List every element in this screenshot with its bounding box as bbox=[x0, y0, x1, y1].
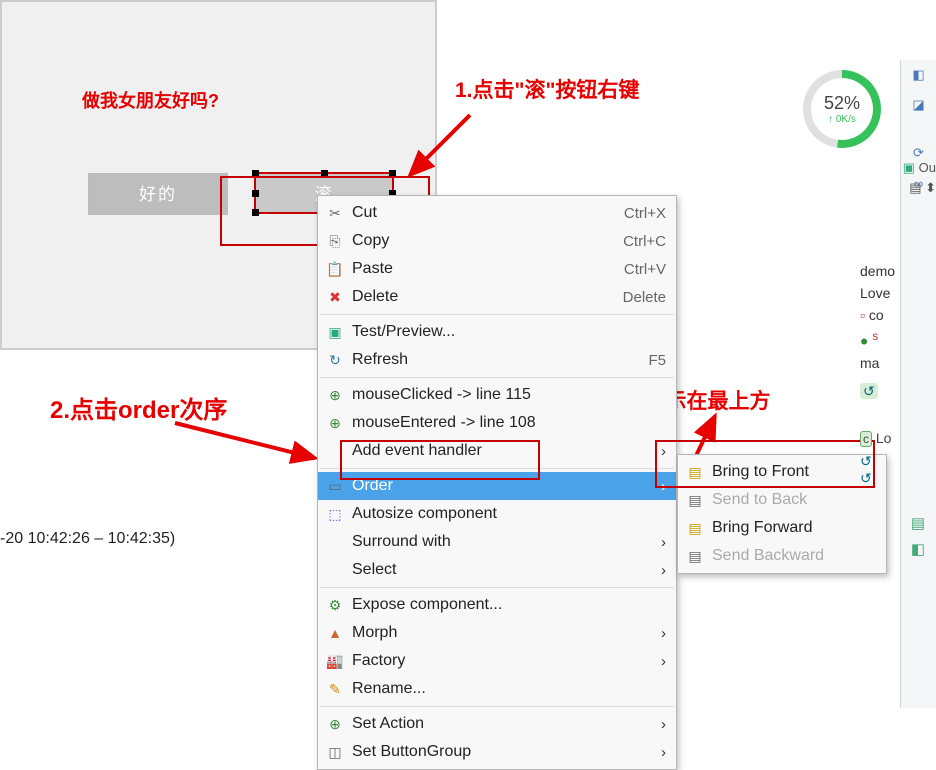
menu-mouse-entered[interactable]: ⊕mouseEntered -> line 108 bbox=[318, 409, 676, 437]
morph-icon: ▲ bbox=[322, 625, 348, 641]
menu-copy[interactable]: ⎘CopyCtrl+C bbox=[318, 227, 676, 255]
component-tree-peek: demo Love ▫ co ● s ma ↺ bbox=[860, 260, 900, 402]
buttongroup-icon: ◫ bbox=[322, 744, 348, 761]
annotation-box-2 bbox=[340, 440, 540, 480]
submenu-send-backward: ▤Send Backward bbox=[678, 542, 886, 570]
annotation-1: 1.点击"滚"按钮右键 bbox=[455, 74, 639, 104]
menu-mouse-clicked[interactable]: ⊕mouseClicked -> line 115 bbox=[318, 381, 676, 409]
arrow-icon bbox=[400, 105, 490, 195]
menu-surround[interactable]: Surround with› bbox=[318, 528, 676, 556]
menu-refresh[interactable]: ↻RefreshF5 bbox=[318, 346, 676, 374]
annotation-box-3 bbox=[655, 440, 875, 488]
submenu-send-to-back: ▤Send to Back bbox=[678, 486, 886, 514]
autosize-icon: ⬚ bbox=[322, 506, 348, 523]
chevron-right-icon: › bbox=[652, 716, 666, 733]
delete-icon: ✖ bbox=[322, 289, 348, 306]
event-icon: ⊕ bbox=[322, 387, 348, 404]
gauge-percent: 52% bbox=[824, 93, 860, 114]
chevron-right-icon: › bbox=[652, 744, 666, 761]
status-time-range: -20 10:42:26 – 10:42:35) bbox=[0, 530, 175, 548]
rename-icon: ✎ bbox=[322, 681, 348, 698]
menu-test-preview[interactable]: ▣Test/Preview... bbox=[318, 318, 676, 346]
menu-set-action[interactable]: ⊕Set Action› bbox=[318, 710, 676, 738]
copy-icon: ⎘ bbox=[322, 233, 348, 250]
paste-icon: 📋 bbox=[322, 261, 348, 278]
event-icon: ⊕ bbox=[322, 415, 348, 432]
action-icon: ⊕ bbox=[322, 716, 348, 733]
menu-select[interactable]: Select› bbox=[318, 556, 676, 584]
cut-icon: ✂ bbox=[322, 205, 348, 222]
ok-button[interactable]: 好的 bbox=[88, 173, 228, 215]
performance-gauge[interactable]: 52% ↑ 0K/s bbox=[803, 70, 881, 148]
bottom-side-icons: ▤ ◧ bbox=[900, 514, 936, 558]
panel-label-out: ▣ Ou bbox=[903, 160, 936, 176]
form-title-label: 做我女朋友好吗? bbox=[82, 87, 219, 113]
menu-delete[interactable]: ✖DeleteDelete bbox=[318, 283, 676, 311]
gear-icon: ⚙ bbox=[322, 597, 348, 614]
factory-icon: 🏭 bbox=[322, 653, 348, 670]
gauge-speed: ↑ 0K/s bbox=[828, 114, 856, 125]
menu-cut[interactable]: ✂CutCtrl+X bbox=[318, 199, 676, 227]
panel-icons: ▤ ⬍ bbox=[909, 180, 936, 196]
order-icon: ▭ bbox=[322, 478, 348, 495]
chevron-right-icon: › bbox=[652, 562, 666, 579]
send-back-icon: ▤ bbox=[682, 492, 708, 509]
chevron-right-icon: › bbox=[652, 625, 666, 642]
layout-tree-peek: c Lo ↺ ↺ bbox=[860, 430, 900, 487]
menu-paste[interactable]: 📋PasteCtrl+V bbox=[318, 255, 676, 283]
toolbar-icon[interactable]: ◧ bbox=[911, 540, 925, 558]
toolbar-icon[interactable]: ◧ bbox=[901, 60, 936, 90]
refresh-icon: ↻ bbox=[322, 352, 348, 369]
submenu-bring-forward[interactable]: ▤Bring Forward bbox=[678, 514, 886, 542]
chevron-right-icon: › bbox=[652, 534, 666, 551]
menu-rename[interactable]: ✎Rename... bbox=[318, 675, 676, 703]
menu-morph[interactable]: ▲Morph› bbox=[318, 619, 676, 647]
menu-set-buttongroup[interactable]: ◫Set ButtonGroup› bbox=[318, 738, 676, 766]
send-backward-icon: ▤ bbox=[682, 548, 708, 565]
menu-autosize[interactable]: ⬚Autosize component bbox=[318, 500, 676, 528]
menu-factory[interactable]: 🏭Factory› bbox=[318, 647, 676, 675]
preview-icon: ▣ bbox=[322, 324, 348, 341]
bring-forward-icon: ▤ bbox=[682, 520, 708, 537]
toolbar-icon[interactable]: ◪ bbox=[901, 90, 936, 120]
menu-expose[interactable]: ⚙Expose component... bbox=[318, 591, 676, 619]
side-toolbar: ◧ ◪ ⟳ ∞ bbox=[900, 60, 936, 708]
context-menu: ✂CutCtrl+X ⎘CopyCtrl+C 📋PasteCtrl+V ✖Del… bbox=[317, 195, 677, 770]
chevron-right-icon: › bbox=[652, 653, 666, 670]
arrow-icon bbox=[170, 418, 330, 478]
toolbar-icon[interactable]: ▤ bbox=[911, 514, 925, 532]
